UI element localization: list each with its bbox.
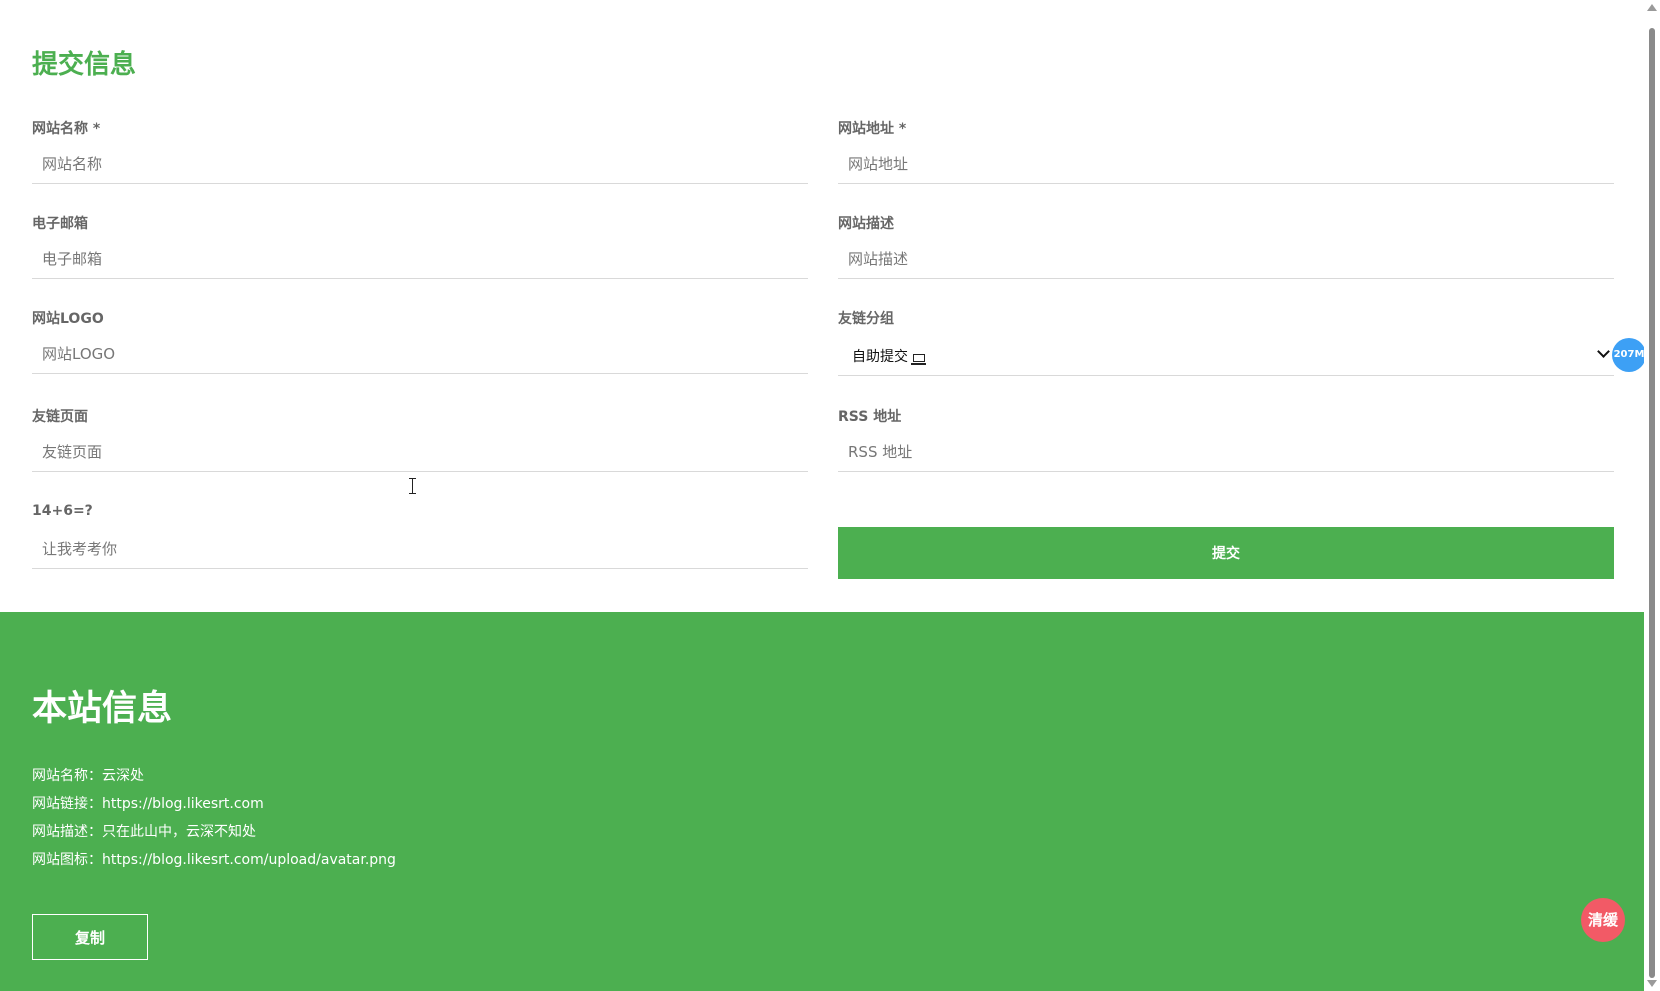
captcha-field-group: 14+6=? [32,503,808,595]
text-cursor-icon [408,478,417,494]
laptop-icon [911,354,926,365]
submit-form: 提交信息 网站名称 * 电子邮箱 网站LOGO 友链页面 14+6=? [32,0,1614,612]
scrollbar-thumb[interactable] [1649,28,1655,978]
scroll-down-arrow-icon[interactable] [1647,980,1657,987]
chevron-down-icon [1597,345,1610,358]
site-name-label: 网站名称 * [32,121,101,137]
rss-label: RSS 地址 [838,409,902,425]
page-scrollbar[interactable] [1644,0,1660,991]
captcha-label: 14+6=? [32,503,93,519]
memory-usage-badge[interactable]: 207M [1612,338,1646,372]
site-info-description: 网站描述：只在此山中，云深不知处 [32,824,256,840]
link-group-label: 友链分组 [838,311,894,327]
email-label: 电子邮箱 [32,216,88,232]
site-url-field-group: 网站地址 * [838,118,1614,210]
site-info-name: 网站名称：云深处 [32,768,144,784]
link-group-selected-value: 自助提交 [852,346,926,366]
scroll-up-arrow-icon[interactable] [1647,4,1657,11]
site-name-input[interactable] [32,144,808,184]
copy-button[interactable]: 复制 [32,914,148,960]
site-info-list: 网站名称：云深处 网站链接：https://blog.likesrt.com 网… [32,762,396,874]
site-info-section: 本站信息 网站名称：云深处 网站链接：https://blog.likesrt.… [0,612,1644,991]
link-group-select[interactable]: 自助提交 [838,334,1614,376]
rss-field-group: RSS 地址 [838,406,1614,498]
site-description-label: 网站描述 [838,216,894,232]
friend-page-input[interactable] [32,432,808,472]
logo-label: 网站LOGO [32,311,104,327]
friend-page-field-group: 友链页面 [32,406,808,498]
captcha-input[interactable] [32,529,808,569]
site-info-title: 本站信息 [32,689,173,729]
site-description-input[interactable] [838,239,1614,279]
site-info-icon-url: 网站图标：https://blog.likesrt.com/upload/ava… [32,852,396,868]
site-url-input[interactable] [838,144,1614,184]
page: 提交信息 网站名称 * 电子邮箱 网站LOGO 友链页面 14+6=? [0,0,1660,991]
site-description-field-group: 网站描述 [838,213,1614,305]
logo-field-group: 网站LOGO [32,308,808,400]
site-name-field-group: 网站名称 * [32,118,808,210]
form-title: 提交信息 [32,50,137,80]
submit-button[interactable]: 提交 [838,527,1614,579]
site-url-label: 网站地址 * [838,121,907,137]
email-field-group: 电子邮箱 [32,213,808,305]
link-group-field-group: 友链分组 自助提交 [838,308,1614,400]
email-input[interactable] [32,239,808,279]
site-info-link: 网站链接：https://blog.likesrt.com [32,796,264,812]
clear-cache-button[interactable]: 清缓 [1581,898,1625,942]
rss-input[interactable] [838,432,1614,472]
logo-input[interactable] [32,334,808,374]
friend-page-label: 友链页面 [32,409,88,425]
